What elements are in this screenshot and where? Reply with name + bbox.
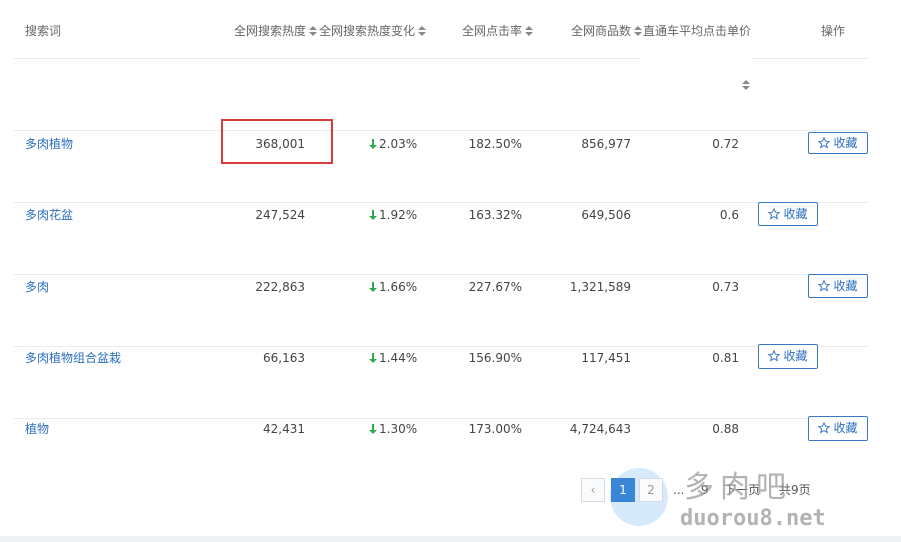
sort-icon[interactable] [742, 79, 750, 90]
header-heat[interactable]: 全网搜索热度 [234, 22, 318, 40]
header-keyword: 搜索词 [25, 24, 62, 38]
keyword-link[interactable]: 多肉植物 [25, 135, 73, 153]
heat-change-value: 1.30% [379, 422, 418, 436]
heat-value: 222,863 [255, 280, 305, 294]
arrow-down-icon [369, 350, 377, 363]
favorite-button[interactable]: 收藏 [808, 416, 868, 441]
ctr-value: 163.32% [468, 208, 522, 222]
header-ctr-label: 全网点击率 [462, 24, 523, 38]
header-divider [14, 58, 641, 59]
heat-change: 1.30% [369, 420, 417, 438]
keyword-link[interactable]: 多肉植物组合盆栽 [25, 349, 121, 367]
header-heat-label: 全网搜索热度 [234, 24, 307, 38]
price-value: 0.88 [712, 422, 739, 436]
heat-change: 2.03% [369, 135, 417, 153]
ctr-value: 182.50% [468, 137, 522, 151]
header-action: 操作 [821, 24, 846, 38]
highlight-box [221, 119, 333, 164]
watermark-text-cn: 多肉吧 [684, 470, 792, 505]
pager-ellipsis: ... [673, 483, 685, 497]
pager-page-1[interactable]: 1 [611, 478, 635, 502]
star-icon [818, 419, 831, 434]
heat-change: 1.44% [369, 349, 417, 367]
favorite-button[interactable]: 收藏 [758, 344, 818, 369]
goods-value: 4,724,643 [569, 422, 631, 436]
ctr-value: 227.67% [468, 280, 522, 294]
goods-value: 1,321,589 [569, 280, 631, 294]
pager-page-2[interactable]: 2 [639, 478, 663, 502]
watermark-text-en: duorou8.net [680, 506, 826, 531]
price-value: 0.6 [719, 208, 739, 222]
arrow-down-icon [369, 207, 377, 220]
sort-icon[interactable] [309, 26, 318, 36]
header-divider [752, 58, 869, 59]
arrow-down-icon [369, 421, 377, 434]
heat-change-value: 1.66% [379, 280, 418, 294]
sort-icon[interactable] [418, 26, 427, 36]
star-icon [768, 205, 781, 220]
goods-value: 856,977 [581, 137, 631, 151]
arrow-down-icon [369, 136, 377, 149]
price-value: 0.72 [712, 137, 739, 151]
heat-change-value: 2.03% [379, 137, 418, 151]
arrow-down-icon [369, 279, 377, 292]
heat-value: 66,163 [263, 351, 305, 365]
goods-value: 649,506 [581, 208, 631, 222]
header-avg-price[interactable]: 直通车平均点击单价 [643, 22, 751, 40]
row-divider [14, 418, 869, 419]
favorite-label: 收藏 [783, 349, 808, 363]
favorite-label: 收藏 [833, 279, 858, 293]
favorite-button[interactable]: 收藏 [808, 132, 868, 154]
favorite-button[interactable]: 收藏 [808, 274, 868, 298]
ctr-value: 156.90% [468, 351, 522, 365]
row-divider [14, 274, 869, 275]
favorite-button[interactable]: 收藏 [758, 202, 818, 226]
ctr-value: 173.00% [468, 422, 522, 436]
row-divider [14, 130, 869, 131]
header-heat-change-label: 全网搜索热度变化 [319, 24, 416, 38]
price-value: 0.81 [712, 351, 739, 365]
heat-change: 1.66% [369, 278, 417, 296]
star-icon [818, 277, 831, 292]
favorite-label: 收藏 [783, 207, 808, 221]
bottom-scroll-area [0, 536, 901, 542]
heat-change-value: 1.92% [379, 208, 418, 222]
row-divider [14, 202, 869, 203]
favorite-label: 收藏 [833, 421, 858, 435]
header-goods[interactable]: 全网商品数 [571, 22, 643, 40]
heat-change-value: 1.44% [379, 351, 418, 365]
keyword-link[interactable]: 植物 [25, 420, 49, 438]
star-icon [818, 135, 831, 149]
header-goods-label: 全网商品数 [571, 24, 632, 38]
heat-value: 42,431 [263, 422, 305, 436]
heat-value: 247,524 [255, 208, 305, 222]
favorite-label: 收藏 [833, 136, 858, 150]
keyword-link[interactable]: 多肉 [25, 278, 49, 296]
pager-prev-button[interactable]: ‹ [581, 478, 605, 502]
price-value: 0.73 [712, 280, 739, 294]
keyword-link[interactable]: 多肉花盆 [25, 206, 73, 224]
sort-icon[interactable] [634, 26, 643, 36]
sort-icon[interactable] [525, 26, 534, 36]
row-divider [14, 346, 869, 347]
header-ctr[interactable]: 全网点击率 [462, 22, 534, 40]
goods-value: 117,451 [581, 351, 631, 365]
star-icon [768, 347, 781, 362]
header-heat-change[interactable]: 全网搜索热度变化 [319, 22, 427, 40]
heat-change: 1.92% [369, 206, 417, 224]
